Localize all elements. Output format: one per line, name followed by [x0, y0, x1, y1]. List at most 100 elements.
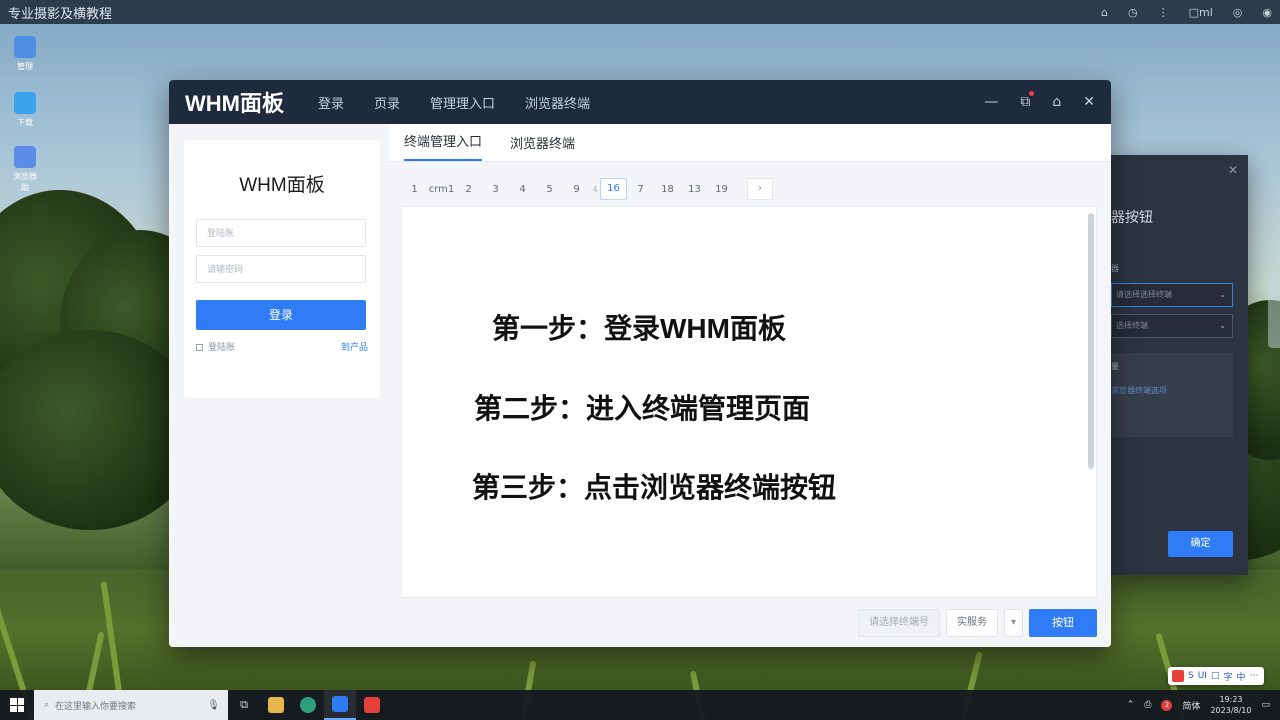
- desktop-icon-2[interactable]: 下载: [10, 92, 40, 128]
- search-placeholder: 在这里输入你要搜索: [55, 701, 137, 712]
- language-indicator[interactable]: 简体: [1182, 699, 1200, 712]
- login-options: 登陆账 到产品: [196, 340, 368, 353]
- top-control-6[interactable]: ◉: [1262, 6, 1272, 19]
- tab-browser-terminal[interactable]: 浏览器终端: [510, 133, 575, 161]
- close-icon[interactable]: ✕: [1228, 163, 1238, 177]
- app-icon: [364, 697, 380, 713]
- nav-item-terminal[interactable]: 浏览器终端: [525, 93, 590, 112]
- start-button[interactable]: [0, 690, 34, 720]
- page-item[interactable]: 7: [627, 184, 654, 195]
- dialog-select-2-value: 选择终端: [1116, 321, 1148, 330]
- chevron-down-icon: ⌄: [1219, 290, 1226, 299]
- top-control-3[interactable]: ⋮: [1158, 6, 1169, 19]
- taskbar-app-edge[interactable]: [292, 690, 324, 720]
- chevron-down-icon[interactable]: ▾: [1003, 609, 1023, 637]
- scrollbar[interactable]: [1088, 213, 1094, 469]
- ime-item[interactable]: UI: [1198, 671, 1207, 681]
- checkbox-icon: [196, 344, 203, 351]
- folder-icon: [268, 697, 284, 713]
- service-select[interactable]: 实服务: [945, 609, 998, 637]
- login-button[interactable]: 登录: [196, 300, 366, 330]
- ime-toolbar: S UI □ 字 中 ⋯: [1168, 667, 1264, 685]
- ime-item[interactable]: □: [1211, 671, 1220, 681]
- chevron-down-icon: ⌄: [1219, 321, 1226, 330]
- page-item-selected[interactable]: 16: [600, 178, 627, 200]
- notification-center-icon[interactable]: ▭: [1261, 700, 1270, 710]
- taskbar-app-red[interactable]: [356, 690, 388, 720]
- search-icon: ⌕: [44, 700, 50, 710]
- edge-side-tab[interactable]: [1268, 270, 1280, 348]
- top-control-2[interactable]: ◷: [1128, 6, 1138, 19]
- task-view-button[interactable]: ⧉: [228, 690, 260, 720]
- page-item[interactable]: crm1: [428, 184, 455, 195]
- taskbar-app-explorer[interactable]: [260, 690, 292, 720]
- page-item[interactable]: 9: [563, 184, 590, 195]
- top-control-4[interactable]: □ml: [1189, 6, 1213, 19]
- minimize-icon[interactable]: —: [984, 94, 998, 110]
- app-icon: [14, 36, 36, 58]
- ime-item[interactable]: ⋯: [1250, 671, 1259, 681]
- pagination: 1 crm1 2 3 4 5 9 4 16 7 18 13 19 ›: [401, 176, 773, 202]
- page-item[interactable]: 19: [708, 184, 735, 195]
- top-control-1[interactable]: ⌂: [1101, 6, 1108, 19]
- microphone-icon[interactable]: 🎙: [207, 700, 220, 711]
- window-title: WHM面板: [185, 91, 284, 116]
- dialog-select-1[interactable]: 请选择选择终端 ⌄: [1111, 283, 1233, 307]
- taskbar-search[interactable]: ⌕ 在这里输入你要搜索 🎙: [34, 690, 228, 720]
- select-terminal-button[interactable]: 请选择终端号: [857, 609, 940, 637]
- step-1-text: 第一步：登录WHM面板: [492, 313, 786, 344]
- page-item[interactable]: 18: [654, 184, 681, 195]
- background-dialog: ✕ 器按钮 器 请选择选择终端 ⌄ 选择终端 ⌄ 量 浏览器终端选项 确定: [1111, 155, 1248, 575]
- taskbar-app-active[interactable]: [324, 690, 356, 720]
- app-icon: [14, 92, 36, 114]
- ime-logo-icon[interactable]: [1172, 670, 1184, 682]
- dialog-ok-button[interactable]: 确定: [1168, 531, 1233, 557]
- dialog-select-1-value: 请选择选择终端: [1116, 290, 1172, 299]
- primary-button[interactable]: 按钮: [1029, 609, 1097, 637]
- desktop-icon-3[interactable]: 浏览器助: [10, 146, 40, 193]
- username-input[interactable]: 登陆账: [196, 219, 366, 247]
- dialog-select-2[interactable]: 选择终端 ⌄: [1111, 314, 1233, 338]
- forgot-link[interactable]: 到产品: [341, 340, 368, 353]
- window-controls: — ⧉ ⌂ ✕: [984, 91, 1095, 110]
- network-icon[interactable]: ⎙: [1144, 700, 1151, 710]
- chevron-up-icon[interactable]: ⌃: [1127, 700, 1135, 710]
- window-header: WHM面板 登录 页录 管理理入口 浏览器终端 — ⧉ ⌂ ✕: [169, 80, 1111, 124]
- ime-item[interactable]: 中: [1237, 670, 1246, 683]
- remember-checkbox[interactable]: 登陆账: [196, 340, 235, 353]
- page-item[interactable]: 3: [482, 184, 509, 195]
- close-icon[interactable]: ✕: [1083, 94, 1095, 110]
- dialog-box-link[interactable]: 浏览器终端选项: [1111, 385, 1167, 396]
- whm-window: WHM面板 登录 页录 管理理入口 浏览器终端 — ⧉ ⌂ ✕ WHM面板 登陆…: [169, 80, 1111, 647]
- top-title-bar: 专业摄影及横教程 ⌂ ◷ ⋮ □ml ◎ ◉: [0, 0, 1280, 24]
- ime-item[interactable]: 字: [1223, 670, 1232, 683]
- page-item[interactable]: 5: [536, 184, 563, 195]
- system-tray: ⌃ ⎙ 2 简体 19:23 2023/8/10 ▭: [1127, 694, 1280, 716]
- nav-item-login[interactable]: 登录: [318, 93, 344, 112]
- desktop-icon-1[interactable]: 管理: [10, 36, 40, 72]
- page-item[interactable]: 1: [401, 184, 428, 195]
- nav-item-admin[interactable]: 管理理入口: [430, 93, 495, 112]
- task-view-icon: ⧉: [240, 698, 248, 711]
- notification-badge[interactable]: 2: [1161, 699, 1173, 711]
- ime-item[interactable]: S: [1188, 671, 1194, 681]
- window-body: WHM面板 登陆账 请输密码 登录 登陆账 到产品 终端管理入口 浏览器终端 1…: [169, 124, 1111, 647]
- password-input[interactable]: 请输密码: [196, 255, 366, 283]
- page-item[interactable]: 4: [509, 184, 536, 195]
- clock-time: 19:23: [1219, 695, 1243, 704]
- clock[interactable]: 19:23 2023/8/10: [1210, 694, 1251, 716]
- login-title: WHM面板: [239, 175, 325, 196]
- desktop-icon-label: 管理: [17, 62, 33, 71]
- top-control-5[interactable]: ◎: [1233, 6, 1243, 19]
- main-content: 终端管理入口 浏览器终端 1 crm1 2 3 4 5 9 4 16 7 18 …: [389, 124, 1111, 647]
- home-icon[interactable]: ⌂: [1052, 94, 1061, 110]
- dialog-box-title: 量: [1111, 362, 1119, 371]
- nav-item-pages[interactable]: 页录: [374, 93, 400, 112]
- page-item[interactable]: 4: [590, 185, 600, 194]
- page-item[interactable]: 13: [681, 184, 708, 195]
- page-item[interactable]: 2: [455, 184, 482, 195]
- step-3-text: 第三步：点击浏览器终端按钮: [472, 472, 837, 503]
- next-page-button[interactable]: ›: [747, 178, 773, 200]
- tab-terminal-admin[interactable]: 终端管理入口: [404, 131, 483, 161]
- screen-icon[interactable]: ⧉: [1020, 91, 1035, 110]
